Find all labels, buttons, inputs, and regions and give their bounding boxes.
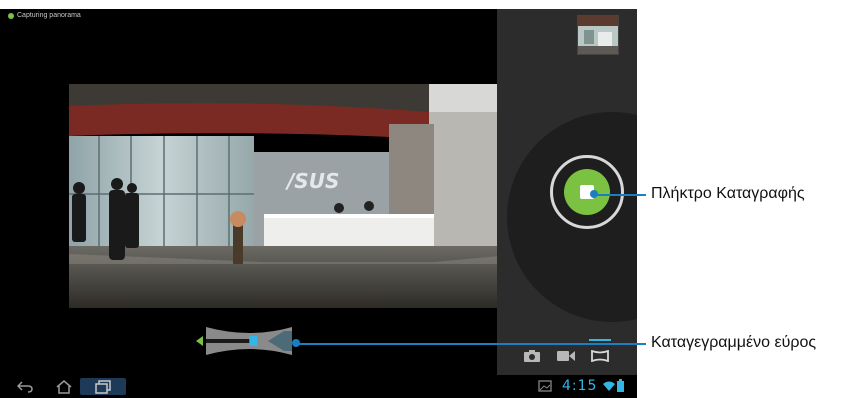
- direction-arrow-icon: [196, 336, 203, 346]
- video-icon[interactable]: [555, 347, 577, 365]
- record-button[interactable]: [564, 169, 610, 215]
- callout-line-record: [594, 194, 646, 196]
- gallery-notification-icon: [538, 379, 552, 397]
- viewfinder-preview: /SUS: [69, 84, 500, 308]
- status-text: Capturing panorama: [17, 12, 81, 19]
- recent-apps-icon[interactable]: [80, 378, 126, 395]
- status-notification: Capturing panorama: [8, 12, 81, 19]
- tablet-screen: Capturing panorama /SUS 4:15: [0, 9, 637, 398]
- battery-icon: [617, 379, 624, 397]
- callout-captured-range: Καταγεγραμμένο εύρος: [651, 334, 817, 351]
- clock: 4:15: [562, 378, 598, 394]
- panorama-progress-indicator: [192, 321, 302, 361]
- callout-record-button: Πλήκτρο Καταγραφής: [651, 185, 805, 202]
- back-icon[interactable]: [14, 378, 36, 395]
- mode-selected-indicator: [589, 339, 611, 341]
- last-photo-thumbnail[interactable]: [577, 15, 619, 55]
- camera-icon[interactable]: [521, 347, 543, 365]
- wifi-icon: [603, 379, 615, 397]
- svg-text:/SUS: /SUS: [285, 169, 339, 193]
- home-icon[interactable]: [53, 378, 75, 395]
- recording-indicator-icon: [8, 12, 14, 19]
- callout-line-range: [296, 343, 646, 345]
- system-navigation-bar: 4:15: [0, 375, 637, 398]
- camera-control-panel: [497, 9, 637, 375]
- panorama-icon[interactable]: [589, 339, 611, 365]
